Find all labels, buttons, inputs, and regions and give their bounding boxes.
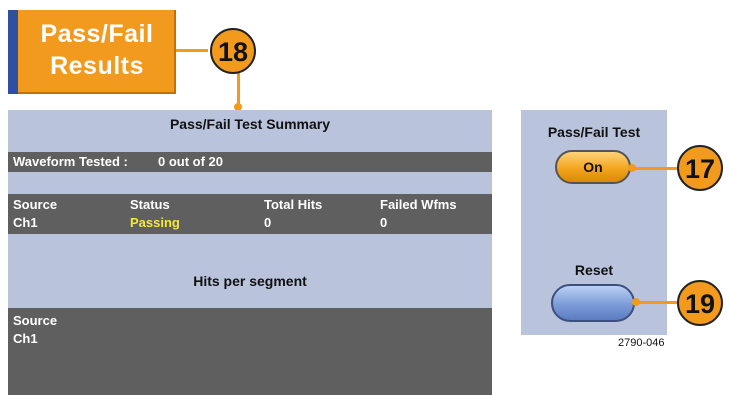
pass-fail-results-button[interactable]: Pass/Fail Results (8, 10, 176, 94)
waveform-tested-label: Waveform Tested : (13, 154, 128, 169)
row-total-hits: 0 (264, 215, 272, 230)
hits-per-segment-title: Hits per segment (193, 273, 307, 289)
callout-17-leader (632, 167, 680, 170)
column-header-status: Status (130, 197, 170, 212)
callout-17: 17 (677, 145, 723, 191)
row-source: Ch1 (13, 215, 38, 230)
column-header-source: Source (13, 197, 58, 212)
results-button-line2: Results (50, 52, 144, 80)
reset-button[interactable] (551, 284, 635, 322)
pass-fail-test-on-button[interactable]: On (555, 150, 631, 184)
summary-title: Pass/Fail Test Summary (169, 116, 331, 132)
pass-fail-test-label: Pass/Fail Test (547, 124, 641, 140)
reset-label: Reset (574, 262, 614, 278)
callout-18-leader-v (237, 72, 240, 105)
callout-18: 18 (210, 28, 256, 74)
callout-17-dot (628, 164, 636, 172)
row-failed-wfms: 0 (380, 215, 388, 230)
pass-fail-summary-panel: Pass/Fail Test Summary Waveform Tested :… (8, 110, 492, 395)
column-header-failed-wfms: Failed Wfms (380, 197, 457, 212)
callout-19-leader (636, 301, 680, 304)
results-button-line1: Pass/Fail (40, 20, 154, 48)
segment-column-source: Source (13, 313, 58, 328)
results-table: Source Status Total Hits Failed Wfms Ch1… (8, 194, 492, 234)
row-status: Passing (130, 215, 180, 230)
waveform-tested-bar: Waveform Tested : 0 out of 20 (8, 152, 492, 172)
hits-per-segment-table: Source Ch1 (8, 308, 492, 395)
callout-19-dot (632, 298, 640, 306)
figure-id: 2790-046 (618, 337, 665, 349)
segment-row-source: Ch1 (13, 331, 38, 346)
callout-18-leader-h (176, 49, 208, 52)
waveform-tested-value: 0 out of 20 (158, 154, 224, 169)
callout-19: 19 (677, 280, 723, 326)
column-header-total-hits: Total Hits (264, 197, 323, 212)
